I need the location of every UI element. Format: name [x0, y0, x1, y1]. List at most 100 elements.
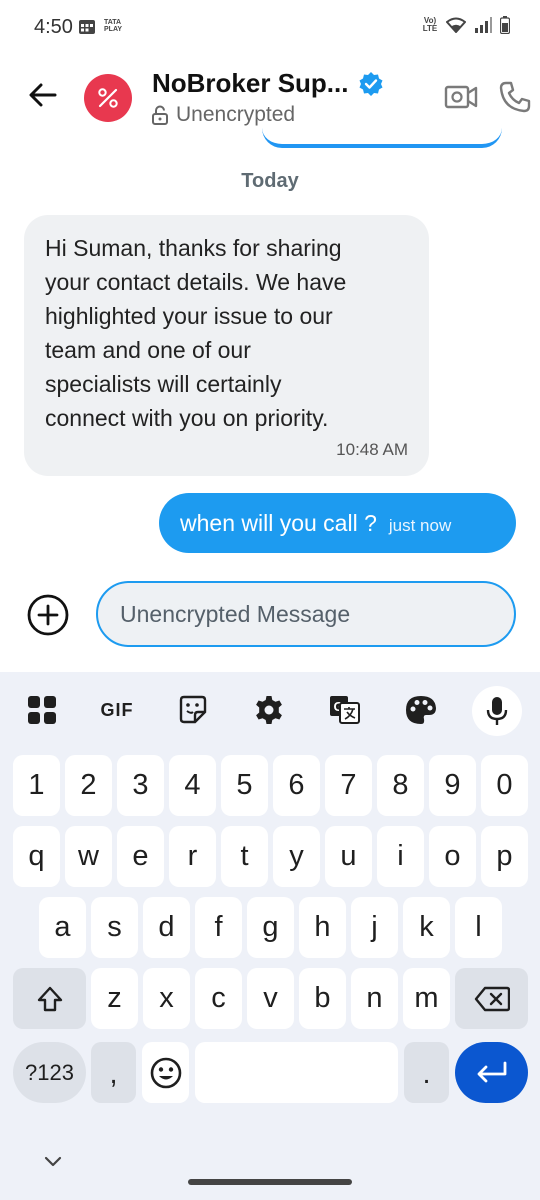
- key-q[interactable]: q: [13, 826, 60, 887]
- key-c[interactable]: c: [195, 968, 242, 1029]
- volte-label: Vo) LTE: [422, 16, 438, 33]
- keyboard-toolbar: GIF G: [0, 672, 540, 748]
- video-call-button[interactable]: [444, 82, 478, 112]
- voice-call-button[interactable]: [498, 80, 532, 114]
- contact-name: NoBroker Sup...: [152, 68, 349, 98]
- key-e[interactable]: e: [117, 826, 164, 887]
- key-4[interactable]: 4: [169, 755, 216, 816]
- shift-key[interactable]: [13, 968, 86, 1029]
- mic-icon: [486, 697, 508, 725]
- key-7[interactable]: 7: [325, 755, 372, 816]
- key-z[interactable]: z: [91, 968, 138, 1029]
- key-j[interactable]: j: [351, 897, 398, 958]
- emoji-smiley-icon: [150, 1057, 181, 1088]
- message-composer[interactable]: [96, 581, 516, 647]
- translate-button[interactable]: G: [325, 690, 365, 730]
- key-5[interactable]: 5: [221, 755, 268, 816]
- key-p[interactable]: p: [481, 826, 528, 887]
- sticker-button[interactable]: [173, 690, 213, 730]
- key-b[interactable]: b: [299, 968, 346, 1029]
- sticker-icon: [179, 695, 207, 724]
- message-line: highlighted your issue to our: [45, 303, 333, 329]
- back-arrow-icon: [29, 83, 57, 107]
- translate-icon: G: [330, 696, 360, 724]
- key-d[interactable]: d: [143, 897, 190, 958]
- theme-palette-icon: [406, 696, 436, 724]
- outgoing-message-bubble[interactable]: when will you call ? just now: [159, 493, 516, 553]
- previous-message-bubble: [262, 128, 502, 148]
- home-gesture-bar[interactable]: [188, 1179, 352, 1185]
- hide-keyboard-button[interactable]: [42, 1152, 64, 1172]
- unlocked-padlock-icon: [152, 105, 168, 125]
- key-a[interactable]: a: [39, 897, 86, 958]
- battery-icon: [500, 16, 510, 34]
- key-t[interactable]: t: [221, 826, 268, 887]
- voice-input-button[interactable]: [472, 686, 522, 736]
- key-k[interactable]: k: [403, 897, 450, 958]
- enter-key[interactable]: [455, 1042, 528, 1103]
- key-1[interactable]: 1: [13, 755, 60, 816]
- message-line: team and one of our: [45, 337, 251, 363]
- comma-key[interactable]: ,: [91, 1042, 136, 1103]
- outgoing-message-timestamp: just now: [388, 516, 452, 535]
- encryption-status: Unencrypted: [176, 103, 296, 126]
- key-i[interactable]: i: [377, 826, 424, 887]
- symbols-key[interactable]: ?123: [13, 1042, 86, 1103]
- messaging-app-screen: 4:50 TATA PLAY Vo) LTE NoBroker Sup... U…: [0, 0, 540, 1200]
- message-line: Hi Suman, thanks for sharing: [45, 235, 342, 261]
- key-m[interactable]: m: [403, 968, 450, 1029]
- message-line: specialists will certainly: [45, 371, 282, 397]
- add-attachment-button[interactable]: [26, 593, 70, 637]
- backspace-icon: [474, 986, 510, 1011]
- apps-grid-button[interactable]: [22, 690, 62, 730]
- key-n[interactable]: n: [351, 968, 398, 1029]
- shift-icon: [37, 986, 62, 1011]
- message-line: your contact details. We have: [45, 269, 347, 295]
- contact-avatar[interactable]: [84, 74, 132, 122]
- incoming-message-bubble[interactable]: Hi Suman, thanks for sharing your contac…: [24, 215, 429, 476]
- signal-icon: [475, 17, 492, 33]
- plus-circle-icon: [27, 594, 69, 636]
- space-bar[interactable]: [195, 1042, 398, 1103]
- backspace-key[interactable]: [455, 968, 528, 1029]
- contact-title[interactable]: NoBroker Sup... Unencrypted: [152, 68, 422, 127]
- key-u[interactable]: u: [325, 826, 372, 887]
- incoming-message-text: Hi Suman, thanks for sharing your contac…: [45, 231, 409, 435]
- key-f[interactable]: f: [195, 897, 242, 958]
- key-o[interactable]: o: [429, 826, 476, 887]
- chevron-down-icon: [44, 1156, 62, 1167]
- key-h[interactable]: h: [299, 897, 346, 958]
- verified-badge-icon: [359, 71, 383, 96]
- key-s[interactable]: s: [91, 897, 138, 958]
- key-r[interactable]: r: [169, 826, 216, 887]
- key-y[interactable]: y: [273, 826, 320, 887]
- key-x[interactable]: x: [143, 968, 190, 1029]
- status-left-icons: TATA PLAY: [78, 17, 126, 35]
- carrier-logo: TATA PLAY: [104, 19, 123, 33]
- message-line: connect with you on priority.: [45, 405, 329, 431]
- key-2[interactable]: 2: [65, 755, 112, 816]
- key-l[interactable]: l: [455, 897, 502, 958]
- date-separator: Today: [241, 170, 299, 192]
- on-screen-keyboard: GIF G 1 2 3 4 5 6 7 8 9 0 q w e r t y u …: [0, 672, 540, 1200]
- message-input[interactable]: [120, 583, 500, 645]
- key-8[interactable]: 8: [377, 755, 424, 816]
- key-9[interactable]: 9: [429, 755, 476, 816]
- key-v[interactable]: v: [247, 968, 294, 1029]
- key-g[interactable]: g: [247, 897, 294, 958]
- keyboard-settings-button[interactable]: [249, 690, 289, 730]
- gif-button[interactable]: GIF: [97, 690, 137, 730]
- settings-icon: [256, 696, 282, 724]
- outgoing-message-text: when will you call ?: [180, 509, 377, 536]
- wifi-icon: [446, 17, 466, 33]
- phone-icon: [499, 81, 531, 113]
- key-3[interactable]: 3: [117, 755, 164, 816]
- period-key[interactable]: .: [404, 1042, 449, 1103]
- emoji-key[interactable]: [142, 1042, 189, 1103]
- key-w[interactable]: w: [65, 826, 112, 887]
- key-6[interactable]: 6: [273, 755, 320, 816]
- enter-return-icon: [477, 1061, 506, 1082]
- key-0[interactable]: 0: [481, 755, 528, 816]
- back-button[interactable]: [26, 78, 60, 112]
- theme-button[interactable]: [401, 690, 441, 730]
